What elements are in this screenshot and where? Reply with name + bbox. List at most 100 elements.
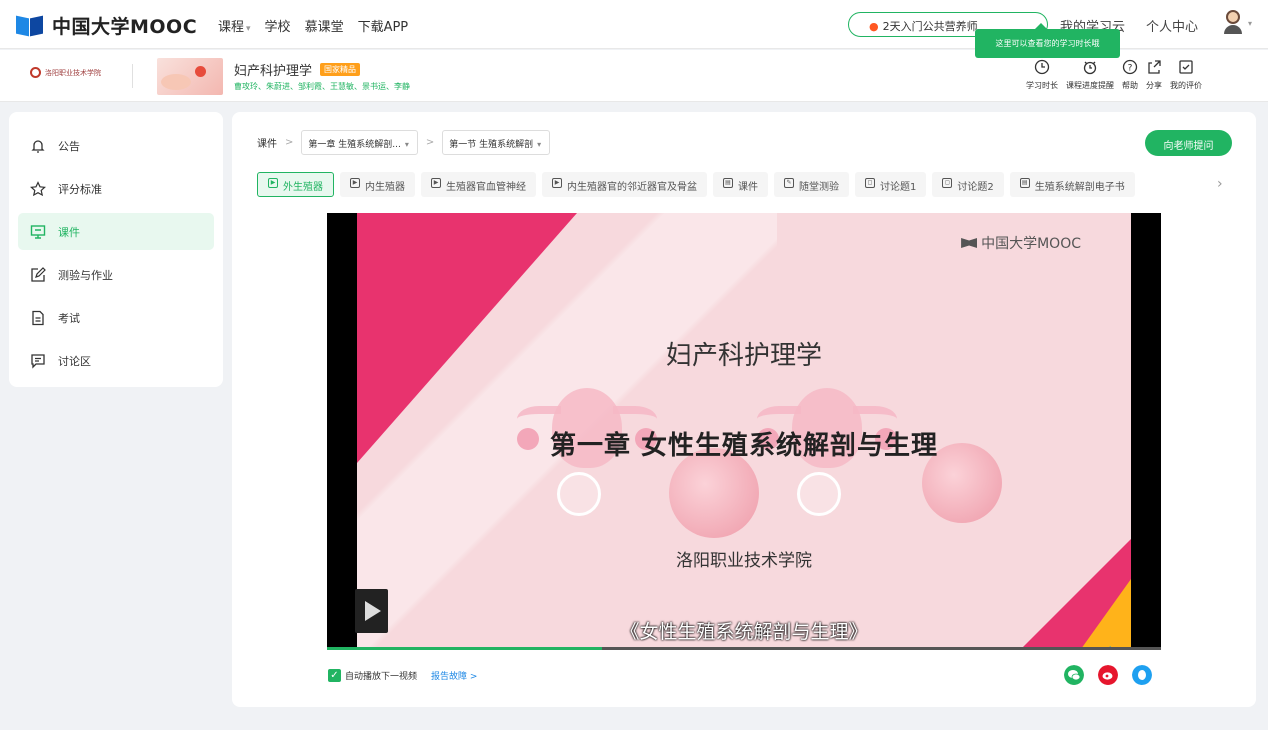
- national-quality-badge: 国家精品: [320, 63, 361, 76]
- tab-vessels-nerves[interactable]: ▶ 生殖器官血管神经: [421, 172, 536, 197]
- study-time-action[interactable]: 学习时长: [1026, 59, 1058, 91]
- sidebar-item-label: 公告: [58, 139, 80, 153]
- sidebar-item-announcements[interactable]: 公告: [18, 127, 214, 164]
- discussion-icon: [31, 353, 45, 369]
- help-action[interactable]: ? 帮助: [1122, 59, 1138, 91]
- chevron-down-icon: ▾: [246, 24, 251, 34]
- mooc-logo[interactable]: 中国大学MOOC: [16, 12, 197, 39]
- nav-link-mooc-class[interactable]: 慕课堂: [305, 16, 344, 35]
- sidebar-item-exams[interactable]: 考试: [18, 299, 214, 336]
- tab-courseware[interactable]: ▤ 课件: [713, 172, 768, 197]
- tab-quiz[interactable]: ✎ 随堂测验: [774, 172, 849, 197]
- nav-links: 课程 ▾ 学校 慕课堂 下载APP: [218, 16, 408, 35]
- avatar-chevron-icon[interactable]: ▾: [1248, 19, 1252, 28]
- video-icon: ▶: [268, 178, 278, 188]
- top-nav: 中国大学MOOC 课程 ▾ 学校 慕课堂 下载APP ● 2天入门公共营养师 我的学…: [0, 0, 1268, 58]
- avatar[interactable]: [1222, 10, 1244, 36]
- mooc-logo-icon: [961, 238, 978, 248]
- document-icon: ▤: [1019, 178, 1030, 188]
- tab-discussion-2[interactable]: ◻ 讨论题2: [932, 172, 1004, 197]
- course-title[interactable]: 妇产科护理学: [234, 60, 312, 79]
- slide-school: 洛阳职业技术学院: [676, 551, 812, 571]
- chevron-down-icon: ▾: [537, 140, 542, 149]
- school-seal-icon: [30, 67, 41, 78]
- exam-icon: [32, 310, 44, 325]
- quiz-icon: ✎: [784, 178, 794, 188]
- uterus-illustration: [517, 388, 657, 538]
- video-progress-bar[interactable]: [327, 647, 1161, 650]
- nav-link-download-app[interactable]: 下载APP: [358, 16, 409, 35]
- video-icon: ▶: [431, 178, 441, 188]
- review-icon: [1179, 60, 1193, 74]
- sidebar-item-label: 考试: [58, 311, 80, 325]
- progress-reminder-action[interactable]: 课程进度提醒: [1066, 59, 1114, 91]
- sidebar-item-quizzes[interactable]: 测验与作业: [18, 256, 214, 293]
- sidebar-item-grading[interactable]: 评分标准: [18, 170, 214, 207]
- progress-alarm-icon: [1083, 61, 1097, 75]
- weibo-share-icon[interactable]: [1098, 665, 1118, 685]
- school-name: 洛阳职业技术学院: [45, 68, 101, 77]
- courseware-icon: [30, 224, 46, 239]
- tab-internal-genitalia[interactable]: ▶ 内生殖器: [340, 172, 415, 197]
- share-action[interactable]: 分享: [1146, 59, 1162, 91]
- sidebar-item-courseware[interactable]: 课件: [18, 213, 214, 250]
- bell-icon: [31, 139, 45, 153]
- logo-text: 中国大学MOOC: [52, 16, 198, 38]
- unit-tabs: ▶ 外生殖器 ▶ 内生殖器 ▶ 生殖器官血管神经 ▶ 内生殖器官的邻近器官及骨盆 ▤ 课件…: [257, 172, 1207, 197]
- video-subtitle: 《女性生殖系统解剖与生理》: [620, 621, 868, 643]
- chapter-select[interactable]: 第一章 生殖系统解剖... ▾: [301, 130, 418, 155]
- crumb-root[interactable]: 课件: [257, 135, 277, 150]
- tab-ebook[interactable]: ▤ 生殖系统解剖电子书: [1009, 172, 1135, 197]
- course-teachers[interactable]: 曹攻玲、朱蔚进、邹利霞、王慧敏、景书运、李静: [234, 81, 410, 92]
- star-icon: [30, 180, 46, 196]
- discussion-icon: ◻: [865, 178, 875, 188]
- chevron-down-icon: ▾: [404, 140, 409, 149]
- sidebar-item-label: 评分标准: [58, 182, 102, 196]
- course-title-row: 妇产科护理学 国家精品: [234, 60, 361, 79]
- divider: [132, 64, 133, 88]
- my-review-action[interactable]: 我的评价: [1170, 59, 1202, 91]
- report-issue-link[interactable]: 报告故障 >: [431, 669, 477, 682]
- chevron-right-icon: >: [425, 137, 435, 148]
- tab-discussion-1[interactable]: ◻ 讨论题1: [855, 172, 927, 197]
- study-time-tooltip: 这里可以查看您的学习时长哦: [975, 23, 1120, 58]
- help-icon: ?: [1122, 59, 1138, 75]
- sidebar-item-discussion[interactable]: 讨论区: [18, 342, 214, 379]
- svg-text:?: ?: [1128, 64, 1133, 74]
- ask-teacher-button[interactable]: 向老师提问: [1145, 130, 1232, 156]
- sidebar-item-label: 课件: [58, 225, 80, 239]
- qq-share-icon[interactable]: [1132, 665, 1152, 685]
- uterus-illustration: [757, 388, 897, 538]
- mooc-watermark: 中国大学MOOC: [961, 233, 1081, 253]
- breadcrumb: 课件 > 第一章 生殖系统解剖... ▾ > 第一节 生殖系统解剖 ▾: [257, 130, 551, 155]
- slide-title: 妇产科护理学: [665, 341, 822, 371]
- tab-adjacent-organs[interactable]: ▶ 内生殖器官的邻近器官及骨盆: [542, 172, 707, 197]
- document-icon: ▤: [723, 178, 733, 188]
- edit-icon: [31, 266, 46, 282]
- video-progress-fill: [327, 647, 603, 650]
- tabs-next-chevron-icon[interactable]: ›: [1217, 176, 1223, 192]
- course-sidebar: 公告 评分标准 课件 测验与作业 考试 讨论区: [9, 112, 223, 387]
- school-logo[interactable]: 洛阳职业技术学院: [30, 67, 101, 78]
- section-select[interactable]: 第一节 生殖系统解剖 ▾: [442, 130, 551, 155]
- tab-external-genitalia[interactable]: ▶ 外生殖器: [257, 172, 334, 197]
- video-frame: 中国大学MOOC 妇产科护理学 第一章 女性生殖系统解剖与生理 洛阳职业技术学院: [357, 213, 1131, 649]
- personal-center-link[interactable]: 个人中心: [1146, 16, 1198, 35]
- sidebar-item-label: 讨论区: [58, 354, 91, 368]
- mooc-logo-icon: [16, 15, 46, 37]
- sidebar-item-label: 测验与作业: [58, 268, 113, 282]
- video-player[interactable]: 中国大学MOOC 妇产科护理学 第一章 女性生殖系统解剖与生理 洛阳职业技术学院…: [327, 213, 1161, 649]
- share-icons: [1064, 665, 1152, 685]
- chevron-right-icon: >: [285, 137, 294, 148]
- courseware-panel: 课件 > 第一章 生殖系统解剖... ▾ > 第一节 生殖系统解剖 ▾ 向老师提问 …: [232, 112, 1256, 707]
- nav-link-courses[interactable]: 课程 ▾: [218, 16, 251, 35]
- course-actions: 学习时长 课程进度提醒 ? 帮助 分享 我的评价: [1018, 59, 1202, 91]
- clock-icon: [1034, 59, 1050, 75]
- autoplay-row: ✓ 自动播放下一视频 报告故障 >: [328, 669, 477, 682]
- autoplay-label: 自动播放下一视频: [345, 672, 418, 682]
- wechat-share-icon[interactable]: [1064, 665, 1084, 685]
- autoplay-checkbox[interactable]: ✓: [328, 669, 341, 682]
- share-icon: [1148, 60, 1161, 74]
- fire-icon: ●: [869, 20, 879, 33]
- nav-link-schools[interactable]: 学校: [265, 16, 291, 35]
